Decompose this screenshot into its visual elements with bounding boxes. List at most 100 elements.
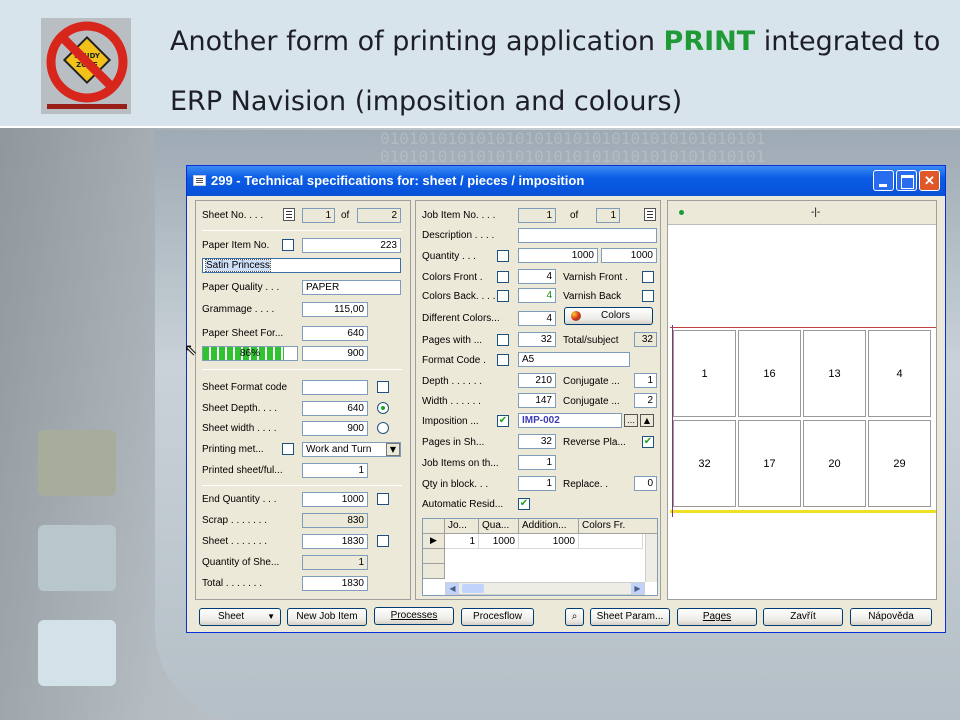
window-titlebar[interactable]: 299 - Technical specifications for: shee…: [187, 166, 945, 196]
imposition-page[interactable]: 20: [803, 420, 866, 507]
paper-quality-label: Paper Quality . . .: [202, 282, 280, 293]
scroll-right-icon[interactable]: ▶: [631, 583, 644, 594]
paper-name-text: Satin Princess: [205, 259, 271, 272]
depth-field[interactable]: 210: [518, 373, 556, 388]
replace-field[interactable]: 0: [634, 476, 657, 491]
imposition-page[interactable]: 1: [673, 330, 736, 417]
paper-name-field[interactable]: Satin Princess: [202, 258, 401, 273]
varnish-front-checkbox[interactable]: [642, 271, 654, 283]
colors-front-field[interactable]: 4: [518, 269, 556, 284]
printed-sheet-field[interactable]: 1: [302, 463, 368, 478]
grid-cell[interactable]: 1000: [519, 534, 579, 549]
colors-front-checkbox[interactable]: [497, 271, 509, 283]
qty-in-block-field[interactable]: 1: [518, 476, 556, 491]
quantity-b-field[interactable]: 1000: [601, 248, 657, 263]
sheet-checkbox[interactable]: [377, 535, 389, 547]
varnish-back-checkbox[interactable]: [642, 290, 654, 302]
sheet-depth-field[interactable]: 640: [302, 401, 368, 416]
lookup-ellipsis-button[interactable]: …: [624, 414, 638, 427]
scrap-label: Scrap . . . . . . .: [202, 515, 268, 526]
width-field[interactable]: 147: [518, 393, 556, 408]
colors-back-field[interactable]: 4: [518, 288, 556, 303]
paper-sheet-width-field[interactable]: 640: [302, 326, 368, 341]
sheet-param-button[interactable]: Sheet Param...: [590, 608, 670, 626]
imposition-label: Imposition ...: [422, 416, 479, 427]
dropdown-arrow-icon[interactable]: ▼: [386, 443, 400, 456]
sheet-width-radio[interactable]: [377, 422, 389, 434]
paper-quality-field[interactable]: PAPER: [302, 280, 401, 295]
grid-header-colors-front[interactable]: Colors Fr.: [579, 519, 657, 534]
grammage-field[interactable]: 115,00: [302, 302, 368, 317]
colors-button[interactable]: Colors: [564, 307, 653, 325]
job-items-on-field[interactable]: 1: [518, 455, 556, 470]
paper-item-checkbox[interactable]: [282, 239, 294, 251]
grid-horizontal-scrollbar[interactable]: ◀ ▶: [445, 582, 645, 595]
conjugate-1-field[interactable]: 1: [634, 373, 657, 388]
total-field[interactable]: 1830: [302, 576, 368, 591]
grid-header-addition[interactable]: Addition...: [519, 519, 579, 534]
new-job-item-button[interactable]: New Job Item: [287, 608, 367, 626]
quantity-checkbox[interactable]: [497, 250, 509, 262]
pages-in-sheet-field[interactable]: 32: [518, 434, 556, 449]
format-code-field[interactable]: A5: [518, 352, 630, 367]
sheet-menu-button[interactable]: Sheet ▼: [199, 608, 281, 626]
pages-with-checkbox[interactable]: [497, 334, 509, 346]
printed-sheet-label: Printed sheet/ful...: [202, 465, 283, 476]
pages-with-field[interactable]: 32: [518, 332, 556, 347]
description-field[interactable]: [518, 228, 657, 243]
imposition-page[interactable]: 32: [673, 420, 736, 507]
sheet-width-field[interactable]: 900: [302, 421, 368, 436]
grid-cell[interactable]: [579, 534, 643, 549]
format-code-checkbox[interactable]: [497, 354, 509, 366]
row-selector[interactable]: [423, 549, 445, 564]
end-quantity-label: End Quantity . . .: [202, 494, 277, 505]
crop-line: [670, 327, 936, 328]
row-selector[interactable]: [423, 564, 445, 579]
imposition-field[interactable]: IMP-002: [518, 413, 622, 428]
maximize-button[interactable]: [896, 170, 917, 191]
procesflow-button[interactable]: Procesflow: [461, 608, 534, 626]
grid-cell[interactable]: 1000: [479, 534, 519, 549]
scroll-thumb[interactable]: [462, 584, 484, 593]
sheet-field[interactable]: 1830: [302, 534, 368, 549]
quantity-a-field[interactable]: 1000: [518, 248, 598, 263]
grid-header-quantity[interactable]: Qua...: [479, 519, 519, 534]
imposition-page[interactable]: 17: [738, 420, 801, 507]
end-quantity-field[interactable]: 1000: [302, 492, 368, 507]
separator: [202, 230, 402, 231]
colors-back-checkbox[interactable]: [497, 290, 509, 302]
scroll-left-icon[interactable]: ◀: [446, 583, 459, 594]
imposition-page[interactable]: 16: [738, 330, 801, 417]
paper-item-no-field[interactable]: 223: [302, 238, 401, 253]
imposition-checkbox[interactable]: ✔: [497, 415, 509, 427]
grid-cell[interactable]: 1: [445, 534, 479, 549]
imposition-page[interactable]: 29: [868, 420, 931, 507]
imposition-page[interactable]: 4: [868, 330, 931, 417]
drilldown-arrow-icon[interactable]: ▲: [640, 414, 654, 427]
paper-sheet-height-field[interactable]: 900: [302, 346, 368, 361]
row-pointer-icon[interactable]: ▶: [423, 534, 445, 549]
sheet-format-code-field[interactable]: [302, 380, 368, 395]
sheet-depth-radio[interactable]: [377, 402, 389, 414]
imposition-page[interactable]: 13: [803, 330, 866, 417]
different-colors-field[interactable]: 4: [518, 311, 556, 326]
minimize-button[interactable]: [873, 170, 894, 191]
grid-vertical-scrollbar[interactable]: [645, 534, 657, 582]
close-button[interactable]: ✕: [919, 170, 940, 191]
end-quantity-checkbox[interactable]: [377, 493, 389, 505]
pages-button[interactable]: Pages: [677, 608, 757, 626]
grid-header-job[interactable]: Jo...: [445, 519, 479, 534]
close-form-button[interactable]: Zavřít: [763, 608, 843, 626]
processes-button[interactable]: Processes: [374, 607, 454, 625]
automatic-residue-checkbox[interactable]: ✔: [518, 498, 530, 510]
sheet-list-icon[interactable]: [283, 208, 295, 221]
usage-progress-bar: 86%: [202, 346, 298, 361]
conjugate-2-field[interactable]: 2: [634, 393, 657, 408]
sheet-format-checkbox[interactable]: [377, 381, 389, 393]
help-button[interactable]: Nápověda: [850, 608, 932, 626]
job-list-icon[interactable]: [644, 208, 656, 221]
reverse-plate-checkbox[interactable]: ✔: [642, 436, 654, 448]
paper-item-no-label: Paper Item No.: [202, 240, 270, 251]
printing-method-checkbox[interactable]: [282, 443, 294, 455]
search-icon[interactable]: ⌕: [565, 608, 584, 626]
